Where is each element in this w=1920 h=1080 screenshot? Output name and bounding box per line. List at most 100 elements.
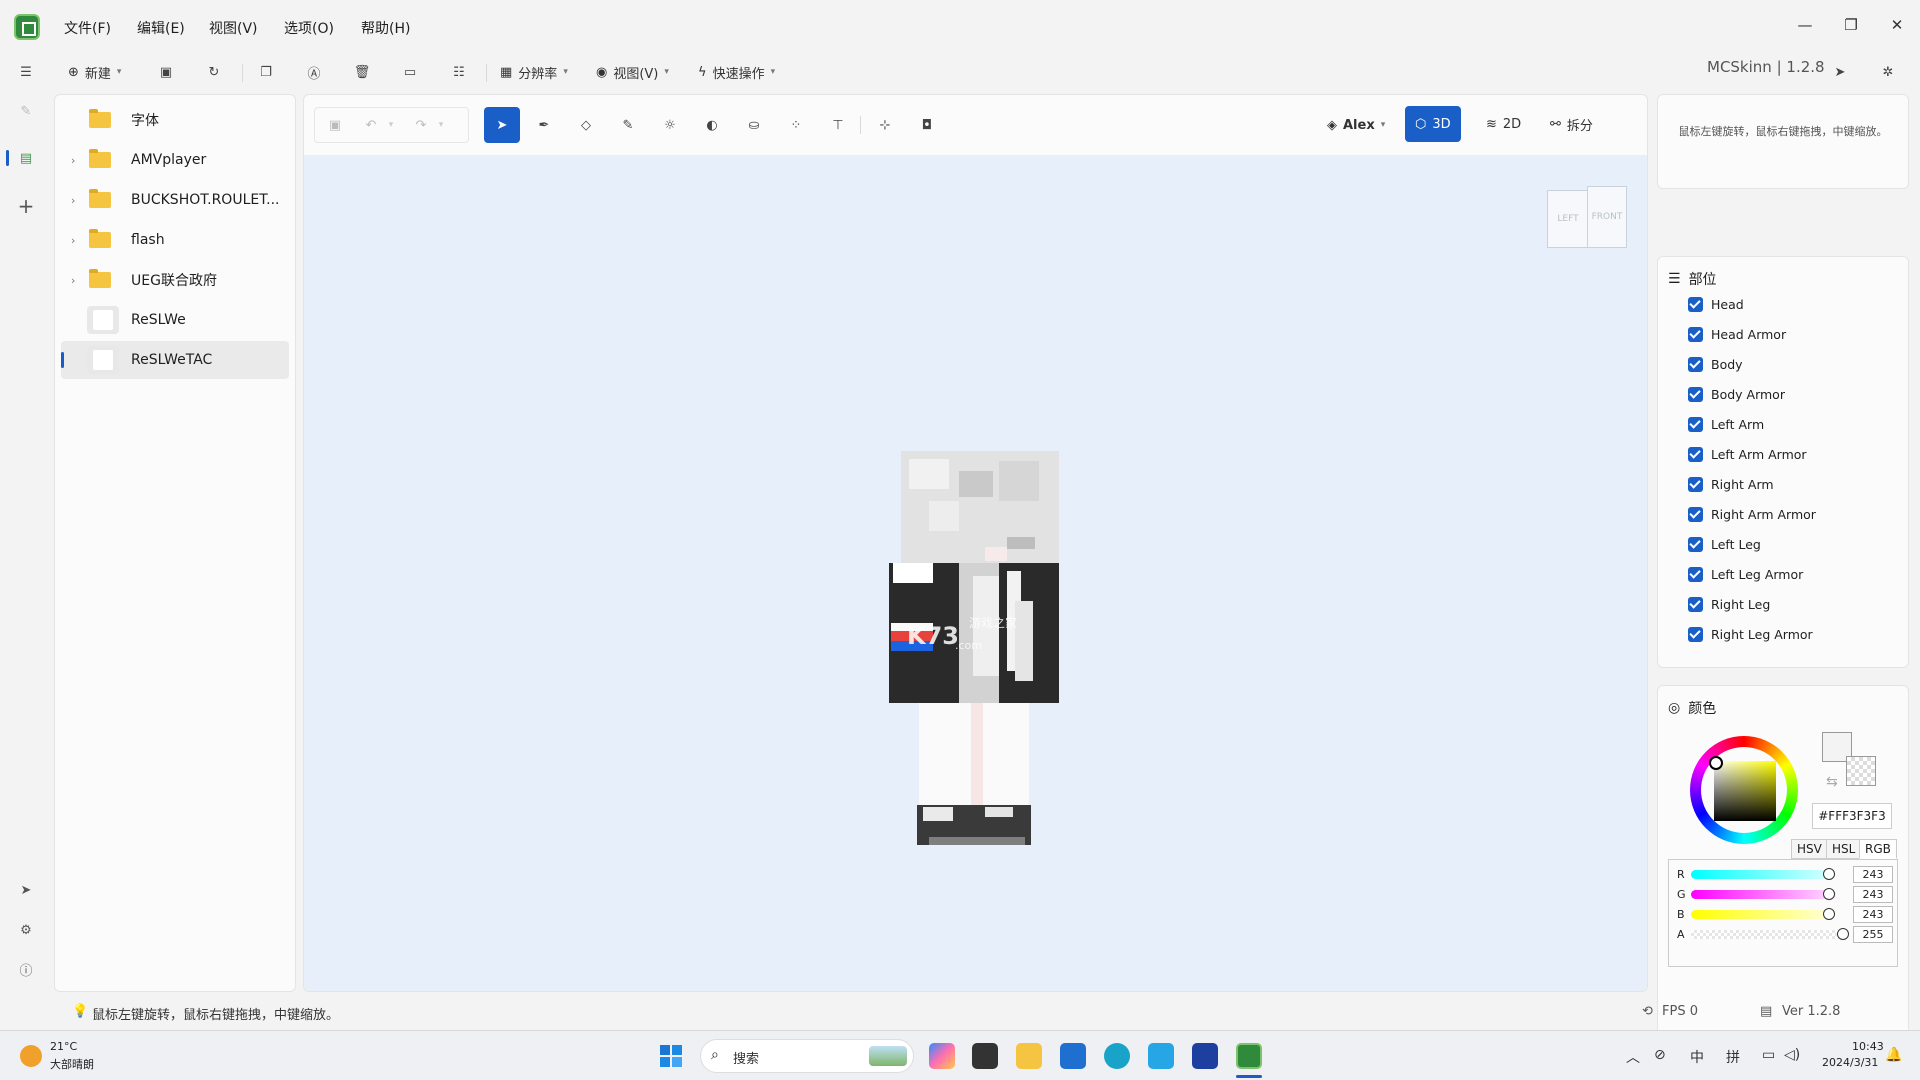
terminal-icon[interactable] <box>972 1043 998 1069</box>
view-button[interactable]: ◉ 视图(V) ▾ <box>596 58 669 86</box>
clock-date[interactable]: 2024/3/31 <box>1822 1056 1878 1069</box>
properties-icon[interactable]: ☷ <box>447 60 471 84</box>
quick-actions-button[interactable]: ϟ 快速操作 ▾ <box>698 58 775 86</box>
file-item[interactable]: › UEG联合政府 <box>61 261 289 299</box>
file-item[interactable]: 字体 <box>61 101 289 139</box>
share-icon[interactable]: ➤ <box>1828 60 1852 84</box>
brightness-icon[interactable]: ☼ <box>655 110 685 140</box>
checkbox[interactable] <box>1688 597 1703 612</box>
network-off-icon[interactable]: ⊘ <box>1654 1047 1666 1063</box>
restore-button[interactable]: ❐ <box>1836 10 1866 40</box>
chevron-right-icon[interactable]: › <box>71 274 75 287</box>
part-toggle[interactable]: Body Armor <box>1688 387 1785 402</box>
save-all-icon[interactable]: ▣ <box>154 60 178 84</box>
weather-icon[interactable] <box>20 1045 42 1067</box>
move-icon[interactable]: ⊹ <box>870 110 900 140</box>
file-item[interactable]: › AMVplayer <box>61 141 289 179</box>
chevron-right-icon[interactable]: › <box>71 194 75 207</box>
pin-icon[interactable]: ✎ <box>14 99 38 123</box>
checkbox[interactable] <box>1688 537 1703 552</box>
part-toggle[interactable]: Body <box>1688 357 1743 372</box>
channel-value-input[interactable]: 243 <box>1853 906 1893 923</box>
store-icon[interactable] <box>1060 1043 1086 1069</box>
info-icon[interactable]: ⓘ <box>14 957 38 981</box>
stamp-icon[interactable]: ⊤ <box>823 110 853 140</box>
minimize-button[interactable]: — <box>1790 10 1820 40</box>
copilot-icon[interactable] <box>929 1043 955 1069</box>
checkbox[interactable] <box>1688 447 1703 462</box>
menu-edit[interactable]: 编辑(E) <box>137 18 185 38</box>
part-toggle[interactable]: Left Arm Armor <box>1688 447 1807 462</box>
navigation-cube[interactable]: LEFT FRONT <box>1547 186 1627 250</box>
ime-pinyin[interactable]: 拼 <box>1726 1047 1740 1067</box>
contrast-icon[interactable]: ◐ <box>697 110 727 140</box>
channel-value-input[interactable]: 243 <box>1853 886 1893 903</box>
checkbox[interactable] <box>1688 387 1703 402</box>
slider-knob[interactable] <box>1837 928 1849 940</box>
edge-icon[interactable] <box>1104 1043 1130 1069</box>
save-icon[interactable]: ▣ <box>320 110 350 140</box>
checkbox[interactable] <box>1688 627 1703 642</box>
channel-slider[interactable] <box>1691 870 1836 879</box>
file-item[interactable]: › flash <box>61 221 289 259</box>
bilibili-icon[interactable] <box>1148 1043 1174 1069</box>
send-icon[interactable]: ➤ <box>14 878 38 902</box>
monitor-icon[interactable]: ▭ <box>1762 1047 1775 1063</box>
resolution-button[interactable]: ▦ 分辨率 ▾ <box>500 58 568 86</box>
close-button[interactable]: ✕ <box>1882 10 1912 40</box>
clock-time[interactable]: 10:43 <box>1852 1040 1884 1053</box>
open-folder-icon[interactable]: ▭ <box>398 60 422 84</box>
settings-gear-icon[interactable]: ⚙ <box>14 918 38 942</box>
model-selector[interactable]: ◈ Alex ▾ <box>1317 107 1395 143</box>
part-toggle[interactable]: Right Leg <box>1688 597 1770 612</box>
channel-slider[interactable] <box>1691 930 1843 939</box>
explorer-icon[interactable] <box>1016 1043 1042 1069</box>
noise-icon[interactable]: ⁘ <box>781 110 811 140</box>
files-icon[interactable]: ▤ <box>14 146 38 170</box>
part-toggle[interactable]: Right Arm Armor <box>1688 507 1816 522</box>
part-toggle[interactable]: Left Leg <box>1688 537 1761 552</box>
rename-icon[interactable]: Ⓐ <box>302 60 326 84</box>
menu-help[interactable]: 帮助(H) <box>361 18 410 38</box>
channel-slider[interactable] <box>1691 890 1836 899</box>
tray-chevron-icon[interactable]: ︿ <box>1626 1047 1640 1067</box>
checkbox[interactable] <box>1688 567 1703 582</box>
add-icon[interactable]: + <box>14 194 38 218</box>
chevron-down-icon[interactable]: ▾ <box>376 110 406 140</box>
pixiv-icon[interactable] <box>1192 1043 1218 1069</box>
file-item[interactable]: ReSLWe <box>61 301 289 339</box>
chevron-right-icon[interactable]: › <box>71 234 75 247</box>
view-3d-button[interactable]: ⬡ 3D <box>1405 106 1461 142</box>
pen-tool-icon[interactable]: ✒ <box>529 110 559 140</box>
split-view-button[interactable]: ⚯ 拆分 <box>1540 106 1603 142</box>
channel-value-input[interactable]: 255 <box>1853 926 1893 943</box>
file-item[interactable]: ReSLWeTAC <box>61 341 289 379</box>
secondary-color-swatch[interactable] <box>1846 756 1876 786</box>
hamburger-icon[interactable]: ☰ <box>14 60 38 84</box>
part-toggle[interactable]: Head Armor <box>1688 327 1786 342</box>
ime-mode[interactable]: 中 <box>1690 1047 1704 1067</box>
volume-icon[interactable]: ◁) <box>1784 1047 1800 1063</box>
color-square[interactable] <box>1714 761 1776 821</box>
chevron-down-icon[interactable]: ▾ <box>426 110 456 140</box>
channel-slider[interactable] <box>1691 910 1836 919</box>
color-picker-knob[interactable] <box>1709 756 1723 770</box>
checkbox[interactable] <box>1688 327 1703 342</box>
eraser-icon[interactable]: ◇ <box>571 110 601 140</box>
part-toggle[interactable]: Right Leg Armor <box>1688 627 1813 642</box>
checkbox[interactable] <box>1688 357 1703 372</box>
part-toggle[interactable]: Right Arm <box>1688 477 1774 492</box>
skin-model[interactable]: K73 .com 游戏之家 <box>889 451 1069 891</box>
checkbox[interactable] <box>1688 417 1703 432</box>
start-icon[interactable] <box>660 1045 682 1067</box>
pipette-icon[interactable]: ✎ <box>613 110 643 140</box>
menu-view[interactable]: 视图(V) <box>209 18 258 38</box>
checkbox[interactable] <box>1688 507 1703 522</box>
delete-icon[interactable]: 🗑 <box>350 60 374 84</box>
refresh-icon[interactable]: ↻ <box>202 60 226 84</box>
tab-hsl[interactable]: HSL <box>1826 839 1862 859</box>
fill-bucket-icon[interactable]: ⛀ <box>739 110 769 140</box>
part-toggle[interactable]: Left Leg Armor <box>1688 567 1803 582</box>
checkbox[interactable] <box>1688 477 1703 492</box>
tab-rgb[interactable]: RGB <box>1859 839 1897 859</box>
